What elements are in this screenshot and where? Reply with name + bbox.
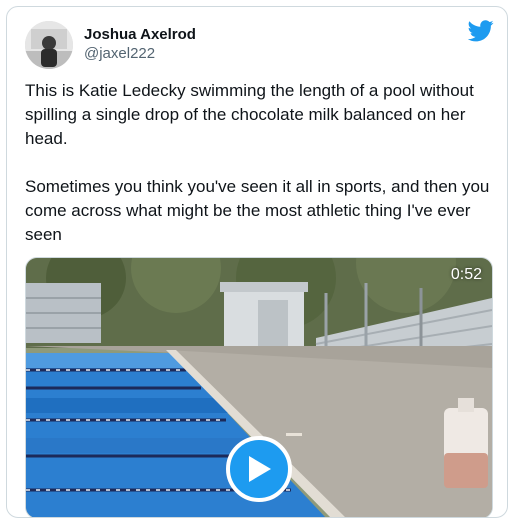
tweet-text: This is Katie Ledecky swimming the lengt… [25, 81, 490, 244]
play-button[interactable] [226, 436, 292, 502]
play-icon [249, 456, 271, 482]
video-duration: 0:52 [450, 266, 482, 283]
tweet-card[interactable]: Joshua Axelrod @jaxel222 This is Katie L… [6, 6, 508, 518]
twitter-bird-icon [467, 20, 494, 42]
avatar[interactable] [25, 21, 73, 69]
user-handle[interactable]: @jaxel222 [84, 45, 155, 62]
display-name[interactable]: Joshua Axelrod [84, 26, 196, 43]
video-player[interactable]: 0:52 [25, 257, 493, 517]
